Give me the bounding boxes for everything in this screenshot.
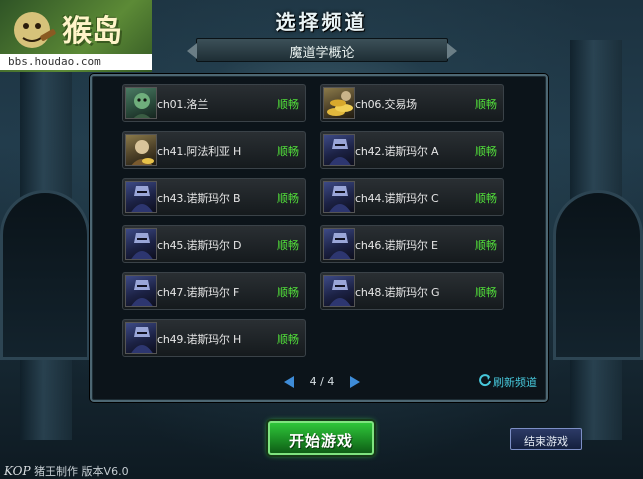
page-title: 选择频道	[275, 10, 368, 34]
pagination: 4 / 4	[282, 373, 362, 391]
channel-name: ch44.诺斯玛尔 C	[355, 192, 439, 205]
knight-avatar-icon	[125, 275, 157, 307]
channel-name: ch47.诺斯玛尔 F	[157, 286, 240, 299]
channel-item[interactable]: ch48.诺斯玛尔 G 顺畅	[320, 272, 504, 310]
banner-right-ornament	[447, 43, 457, 59]
channel-item[interactable]: ch47.诺斯玛尔 F 顺畅	[122, 272, 306, 310]
channel-status: 顺畅	[475, 286, 497, 299]
version-credit: 猪王制作 版本V6.0	[34, 465, 129, 478]
gold-coins-avatar-icon	[323, 87, 355, 119]
channel-name: ch42.诺斯玛尔 A	[355, 145, 439, 158]
server-name-banner: 魔道学概论	[187, 38, 457, 62]
channel-name: ch45.诺斯玛尔 D	[157, 239, 242, 252]
channel-status: 顺畅	[277, 98, 299, 111]
channel-item[interactable]: ch49.诺斯玛尔 H 顺畅	[122, 319, 306, 357]
channel-status: 顺畅	[475, 98, 497, 111]
brand-logo-text: KOP	[4, 464, 31, 478]
banner-left-ornament	[187, 43, 197, 59]
goblin-avatar-icon	[125, 87, 157, 119]
channel-name: ch06.交易场	[355, 98, 417, 111]
left-archway	[0, 190, 90, 360]
channel-item[interactable]: ch42.诺斯玛尔 A 顺畅	[320, 131, 504, 169]
channel-item[interactable]: ch43.诺斯玛尔 B 顺畅	[122, 178, 306, 216]
channel-status: 顺畅	[475, 145, 497, 158]
channel-item[interactable]: ch01.洛兰 顺畅	[122, 84, 306, 122]
right-archway	[553, 190, 643, 360]
version-footer: KOP 猪王制作 版本V6.0	[4, 463, 129, 479]
refresh-icon	[479, 374, 491, 387]
knight-avatar-icon	[323, 134, 355, 166]
merchant-avatar-icon	[125, 134, 157, 166]
start-game-label: 开始游戏	[288, 432, 353, 450]
channel-item[interactable]: ch06.交易场 顺畅	[320, 84, 504, 122]
knight-avatar-icon	[125, 322, 157, 354]
channel-name: ch48.诺斯玛尔 G	[355, 286, 440, 299]
knight-avatar-icon	[125, 181, 157, 213]
channel-status: 顺畅	[277, 286, 299, 299]
channel-status: 顺畅	[475, 239, 497, 252]
channel-status: 顺畅	[277, 333, 299, 346]
channel-item[interactable]: ch45.诺斯玛尔 D 顺畅	[122, 225, 306, 263]
channel-status: 顺畅	[277, 145, 299, 158]
knight-avatar-icon	[323, 228, 355, 260]
channel-status: 顺畅	[277, 192, 299, 205]
knight-avatar-icon	[323, 181, 355, 213]
channel-name: ch49.诺斯玛尔 H	[157, 333, 242, 346]
knight-avatar-icon	[125, 228, 157, 260]
exit-game-label: 结束游戏	[524, 435, 568, 448]
prev-page-arrow-icon[interactable]	[284, 376, 294, 388]
channel-item[interactable]: ch44.诺斯玛尔 C 顺畅	[320, 178, 504, 216]
server-name: 魔道学概论	[289, 46, 355, 61]
exit-game-button[interactable]: 结束游戏	[510, 428, 582, 450]
channel-status: 顺畅	[475, 192, 497, 205]
channel-name: ch01.洛兰	[157, 98, 209, 111]
start-game-button[interactable]: 开始游戏	[268, 421, 374, 455]
refresh-label: 刷新频道	[493, 376, 537, 389]
channel-name: ch46.诺斯玛尔 E	[355, 239, 438, 252]
page-indicator: 4 / 4	[309, 375, 335, 388]
knight-avatar-icon	[323, 275, 355, 307]
logo-url: bbs.houdao.com	[0, 54, 152, 70]
channel-status: 顺畅	[277, 239, 299, 252]
channel-item[interactable]: ch41.阿法利亚 H 顺畅	[122, 131, 306, 169]
channel-item[interactable]: ch46.诺斯玛尔 E 顺畅	[320, 225, 504, 263]
channel-name: ch43.诺斯玛尔 B	[157, 192, 241, 205]
channel-name: ch41.阿法利亚 H	[157, 145, 242, 158]
next-page-arrow-icon[interactable]	[350, 376, 360, 388]
